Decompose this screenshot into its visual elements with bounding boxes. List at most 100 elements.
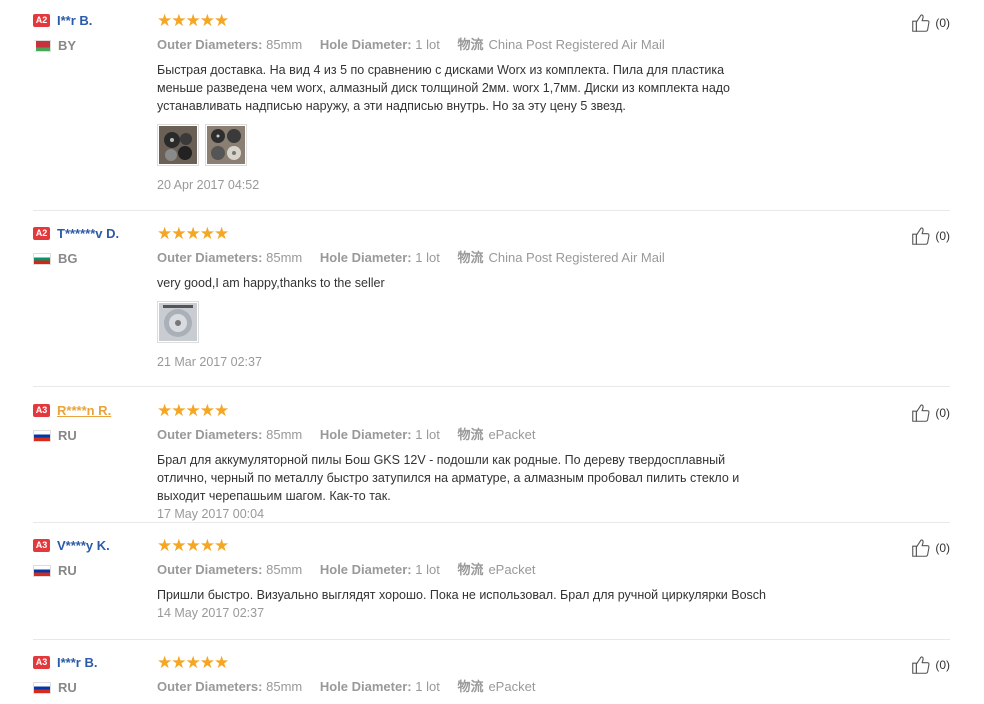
review-text: Брал для аккумуляторной пилы Бош GKS 12V…	[157, 453, 740, 503]
review-item: A3 I***r B. RU ★★★★★ Outer Diameters: 85m…	[33, 654, 950, 704]
rating-stars: ★★★★★	[157, 402, 847, 419]
helpful-count: (0)	[935, 406, 950, 420]
review-content: ★★★★★ Outer Diameters: 85mm Hole Diamete…	[157, 402, 847, 521]
star-icon: ★★★★★	[157, 536, 229, 555]
shipping-key: 物流	[457, 679, 484, 694]
helpful-count: (0)	[935, 229, 950, 243]
reviewer-info: A3 R****n R. RU	[33, 402, 151, 443]
helpful-button[interactable]: (0)	[909, 402, 950, 424]
outer-diameter-value: 85mm	[266, 562, 303, 577]
star-icon: ★★★★★	[157, 11, 229, 30]
country-code: RU	[58, 428, 77, 443]
rating-stars: ★★★★★	[157, 12, 847, 29]
review-content: ★★★★★ Outer Diameters: 85mm Hole Diamete…	[157, 537, 847, 620]
country-code: RU	[58, 563, 77, 578]
review-photo[interactable]	[157, 124, 199, 166]
shipping-key: 物流	[457, 250, 484, 265]
shipping-value: ePacket	[488, 679, 536, 694]
helpful-count: (0)	[935, 16, 950, 30]
review-item: A2 T******v D. BG ★★★★★ Outer Diameters: …	[33, 225, 950, 387]
belarus-flag-icon	[33, 40, 51, 52]
reviewer-name[interactable]: I**r B.	[57, 13, 92, 28]
order-attributes: Outer Diameters: 85mm Hole Diameter: 1 l…	[157, 34, 847, 53]
reviews-list: A2 I**r B. BY ★★★★★ Outer Diameters: 85mm…	[0, 0, 984, 704]
russia-flag-icon	[33, 430, 51, 442]
order-attributes: Outer Diameters: 85mm Hole Diameter: 1 l…	[157, 424, 847, 443]
outer-diameter-key: Outer Diameters:	[157, 562, 263, 577]
level-badge: A3	[33, 539, 50, 553]
review-date: 14 May 2017 02:37	[157, 606, 265, 620]
review-item: A3 V****y K. RU ★★★★★ Outer Diameters: 85…	[33, 537, 950, 640]
outer-diameter-key: Outer Diameters:	[157, 37, 263, 52]
thumbs-up-icon	[912, 404, 930, 422]
thumbs-up-icon	[912, 656, 930, 674]
country-code: BG	[58, 251, 78, 266]
helpful-button[interactable]: (0)	[909, 12, 950, 34]
order-attributes: Outer Diameters: 85mm Hole Diameter: 1 l…	[157, 559, 847, 578]
reviewer-name[interactable]: I***r B.	[57, 655, 97, 670]
helpful-count: (0)	[935, 541, 950, 555]
review-photo[interactable]	[157, 301, 199, 343]
reviewer-info: A2 T******v D. BG	[33, 225, 151, 266]
shipping-key: 物流	[457, 562, 484, 577]
shipping-key: 物流	[457, 427, 484, 442]
reviewer-name[interactable]: T******v D.	[57, 226, 119, 241]
hole-diameter-value: 1 lot	[415, 562, 440, 577]
outer-diameter-value: 85mm	[266, 679, 303, 694]
level-badge: A3	[33, 404, 50, 418]
hole-diameter-key: Hole Diameter:	[319, 250, 412, 265]
level-badge: A2	[33, 14, 50, 28]
hole-diameter-value: 1 lot	[415, 250, 440, 265]
review-date: 17 May 2017 00:04	[157, 507, 265, 521]
country-code: RU	[58, 680, 77, 695]
shipping-value: ePacket	[488, 427, 536, 442]
outer-diameter-key: Outer Diameters:	[157, 679, 263, 694]
review-photos	[157, 301, 847, 343]
reviewer-info: A2 I**r B. BY	[33, 12, 151, 53]
review-item: A2 I**r B. BY ★★★★★ Outer Diameters: 85mm…	[33, 12, 950, 211]
review-photo[interactable]	[205, 124, 247, 166]
star-icon: ★★★★★	[157, 653, 229, 672]
country-code: BY	[58, 38, 77, 53]
hole-diameter-key: Hole Diameter:	[319, 427, 412, 442]
helpful-button[interactable]: (0)	[909, 225, 950, 247]
outer-diameter-value: 85mm	[266, 37, 303, 52]
hole-diameter-value: 1 lot	[415, 427, 440, 442]
review-text: very good,I am happy,thanks to the selle…	[157, 276, 385, 290]
level-badge: A3	[33, 656, 50, 670]
shipping-value: China Post Registered Air Mail	[488, 250, 665, 265]
reviewer-info: A3 I***r B. RU	[33, 654, 151, 695]
saw-blade-photo-image	[159, 303, 197, 341]
reviewer-info: A3 V****y K. RU	[33, 537, 151, 578]
review-date: 21 Mar 2017 02:37	[157, 355, 262, 369]
hole-diameter-key: Hole Diameter:	[319, 37, 412, 52]
hole-diameter-key: Hole Diameter:	[319, 679, 412, 694]
russia-flag-icon	[33, 682, 51, 694]
outer-diameter-value: 85mm	[266, 427, 303, 442]
outer-diameter-value: 85mm	[266, 250, 303, 265]
review-photos	[157, 124, 847, 166]
outer-diameter-key: Outer Diameters:	[157, 250, 263, 265]
review-text: Быстрая доставка. На вид 4 из 5 по сравн…	[157, 63, 731, 113]
level-badge: A2	[33, 227, 50, 241]
thumbs-up-icon	[912, 539, 930, 557]
helpful-button[interactable]: (0)	[909, 654, 950, 676]
review-text: Пришли быстро. Визуально выглядят хорошо…	[157, 588, 766, 602]
shipping-key: 物流	[457, 37, 484, 52]
outer-diameter-key: Outer Diameters:	[157, 427, 263, 442]
star-icon: ★★★★★	[157, 401, 229, 420]
reviewer-name[interactable]: R****n R.	[57, 403, 111, 418]
review-content: ★★★★★ Outer Diameters: 85mm Hole Diamete…	[157, 225, 847, 369]
helpful-button[interactable]: (0)	[909, 537, 950, 559]
saw-blade-photo-image	[159, 126, 197, 164]
hole-diameter-value: 1 lot	[415, 37, 440, 52]
hole-diameter-key: Hole Diameter:	[319, 562, 412, 577]
helpful-count: (0)	[935, 658, 950, 672]
thumbs-up-icon	[912, 14, 930, 32]
rating-stars: ★★★★★	[157, 537, 847, 554]
review-date: 20 Apr 2017 04:52	[157, 178, 260, 192]
reviewer-name[interactable]: V****y K.	[57, 538, 110, 553]
russia-flag-icon	[33, 565, 51, 577]
shipping-value: China Post Registered Air Mail	[488, 37, 665, 52]
rating-stars: ★★★★★	[157, 654, 847, 671]
